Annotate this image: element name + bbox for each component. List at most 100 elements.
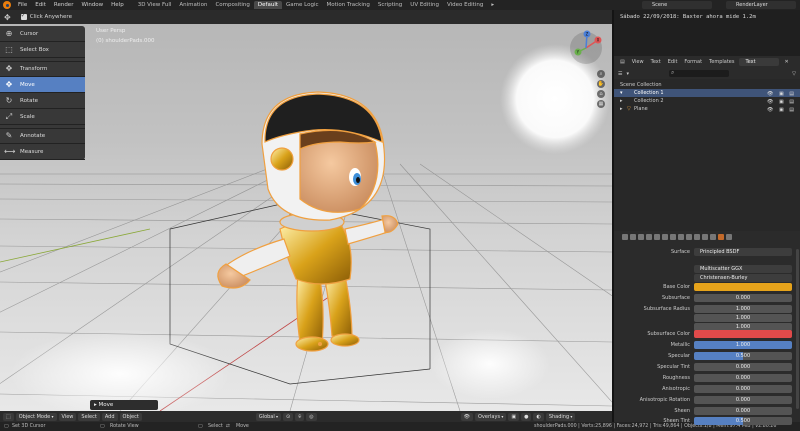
property-label: Anisotropic [662, 386, 690, 392]
expand-arrow-icon[interactable]: ▸ [620, 105, 623, 113]
gizmo-z-label: Z [586, 32, 589, 37]
value-slider-field[interactable]: 0.000 [694, 396, 792, 404]
tool-move[interactable]: ✥ Move [0, 77, 85, 93]
select-menu[interactable]: Select [78, 412, 100, 421]
tab-animation[interactable]: Animation [175, 1, 211, 9]
expand-arrow-icon[interactable]: ▸ [620, 97, 623, 105]
display-mode-icon[interactable]: ▾ [626, 71, 629, 77]
view-menu[interactable]: View [58, 412, 77, 421]
text-editor-content[interactable]: Sábado 22/09/2018: Baxter ahora mide 1.2… [614, 10, 800, 20]
value-slider-field[interactable]: 1.000 [694, 314, 792, 322]
outliner: Scene Collection ▾ Collection 1 👁 ▣ ▤ ▸ … [612, 79, 800, 231]
outliner-type-icon[interactable]: ☰ [618, 71, 622, 77]
property-row: Metallic 1.000 [614, 341, 800, 350]
tab-compositing[interactable]: Compositing [211, 1, 253, 9]
rotate-icon: ↻ [5, 95, 13, 105]
editor-type-icon[interactable]: ⬚ [3, 412, 14, 421]
tool-rotate[interactable]: ↻ Rotate [0, 93, 85, 109]
shading-dropdown[interactable]: Shading [545, 412, 576, 421]
editor-type-icon[interactable]: ▤ [618, 59, 627, 65]
menu-window[interactable]: Window [77, 2, 107, 8]
shading-material-icon[interactable]: ◐ [533, 412, 544, 421]
text-datablock-field[interactable]: Text [739, 58, 780, 66]
subsurface-method-dropdown[interactable]: Christensen-Burley [694, 274, 792, 282]
close-icon[interactable]: ✕ [782, 59, 790, 65]
tool-scale[interactable]: ⤢ Scale [0, 109, 85, 125]
menu-help[interactable]: Help [107, 2, 128, 8]
tab-uv-editing[interactable]: UV Editing [406, 1, 443, 9]
click-anywhere-checkbox[interactable] [20, 12, 27, 20]
tab-game-logic[interactable]: Game Logic [282, 1, 323, 9]
outliner-row-scene-collection[interactable]: Scene Collection [614, 81, 800, 89]
tool-transform[interactable]: ✥ Transform [0, 61, 85, 77]
text-menu-templates[interactable]: Templates [707, 59, 736, 65]
value-slider-field[interactable]: 1.000 [694, 341, 792, 349]
tool-measure[interactable]: ⟷ Measure [0, 144, 85, 160]
overlays-dropdown[interactable]: Overlays [475, 412, 507, 421]
pan-hand-icon[interactable]: ✋ [597, 80, 605, 88]
tab-default[interactable]: Default [253, 1, 283, 9]
tab-scripting[interactable]: Scripting [374, 1, 406, 9]
distribution-dropdown[interactable]: Multiscatter GGX [694, 265, 792, 273]
object-mode-dropdown[interactable]: Object Mode [15, 412, 57, 421]
property-row: Roughness 0.000 [614, 374, 800, 383]
outliner-row-collection-1[interactable]: ▾ Collection 1 👁 ▣ ▤ [614, 89, 800, 97]
tab-more-icon[interactable]: ▸ [487, 1, 498, 9]
camera-icon[interactable]: ⌂ [597, 90, 605, 98]
tool-select-box[interactable]: ⬚ Select Box [0, 42, 85, 58]
tool-cursor[interactable]: ⊕ Cursor [0, 26, 85, 42]
value-slider-field[interactable]: 0.000 [694, 374, 792, 382]
value-slider-field[interactable]: 0.000 [694, 407, 792, 415]
value-slider-field[interactable]: 1.000 [694, 305, 792, 313]
surface-shader-dropdown[interactable]: Principled BSDF [694, 248, 792, 256]
xray-icon[interactable]: ▣ [508, 412, 520, 421]
outliner-search-input[interactable]: ⌕ [669, 69, 729, 77]
add-menu[interactable]: Add [101, 412, 118, 421]
properties-scrollbar[interactable] [796, 249, 799, 409]
grid-icon[interactable]: ▦ [597, 100, 605, 108]
menu-render[interactable]: Render [50, 2, 78, 8]
proportional-edit-icon[interactable]: ◎ [306, 412, 317, 421]
value-slider-field[interactable]: 0.000 [694, 385, 792, 393]
zoom-icon[interactable]: ⌕ [597, 70, 605, 78]
visibility-icon[interactable]: 👁 [460, 412, 473, 421]
tool-cursor-label: Cursor [20, 30, 39, 37]
orientation-dropdown[interactable]: Global [255, 412, 282, 421]
value-slider-field[interactable]: 0.500 [694, 417, 792, 425]
color-swatch-field[interactable] [694, 283, 792, 291]
snap-icon[interactable]: ⌾ [295, 412, 305, 421]
tab-motion-tracking[interactable]: Motion Tracking [323, 1, 374, 9]
outliner-row-plane[interactable]: ▸ ▽ Plane 👁 ▣ ▤ [614, 105, 800, 113]
tab-video-editing[interactable]: Video Editing [443, 1, 487, 9]
color-swatch-field[interactable] [694, 330, 792, 338]
text-menu-format[interactable]: Format [682, 59, 704, 65]
visibility-toggles[interactable]: 👁 ▣ ▤ [767, 106, 796, 114]
tab-3d-view-full[interactable]: 3D View Full [134, 1, 176, 9]
text-menu-edit[interactable]: Edit [666, 59, 680, 65]
tool-annotate[interactable]: ✎ Annotate [0, 128, 85, 144]
navigation-gizmo[interactable]: X Y Z [568, 30, 604, 66]
text-menu-view[interactable]: View [630, 59, 646, 65]
properties-tabs[interactable] [622, 234, 732, 240]
filter-icon[interactable]: ▽ [792, 71, 796, 77]
text-menu-text[interactable]: Text [649, 59, 663, 65]
value-slider-field[interactable]: 0.000 [694, 294, 792, 302]
collapse-arrow-icon[interactable]: ▾ [620, 89, 623, 97]
value-slider-field[interactable]: 0.000 [694, 363, 792, 371]
view-name-label: User Persp [96, 28, 126, 34]
text-editor[interactable]: Sábado 22/09/2018: Baxter ahora mide 1.2… [612, 10, 800, 56]
render-layer-selector[interactable]: RenderLayer [726, 1, 796, 9]
last-operator-panel[interactable]: ▸ Move [90, 400, 158, 410]
scene-selector[interactable]: Scene [642, 1, 712, 9]
object-menu[interactable]: Object [119, 412, 142, 421]
status-rotate-view: Rotate View [110, 424, 139, 429]
value-slider-field[interactable]: 0.500 [694, 352, 792, 360]
shading-solid-icon[interactable]: ● [521, 412, 532, 421]
pivot-icon[interactable]: ⊙ [283, 412, 294, 421]
blender-logo-icon[interactable] [3, 1, 11, 9]
outliner-row-collection-2[interactable]: ▸ Collection 2 👁 ▣ ▤ [614, 97, 800, 105]
menu-edit[interactable]: Edit [31, 2, 50, 8]
3d-viewport[interactable]: User Persp (0) shoulderPads.000 ⊕ Cursor … [0, 24, 612, 411]
menu-file[interactable]: File [14, 2, 31, 8]
move-icon: ✥ [5, 79, 13, 89]
